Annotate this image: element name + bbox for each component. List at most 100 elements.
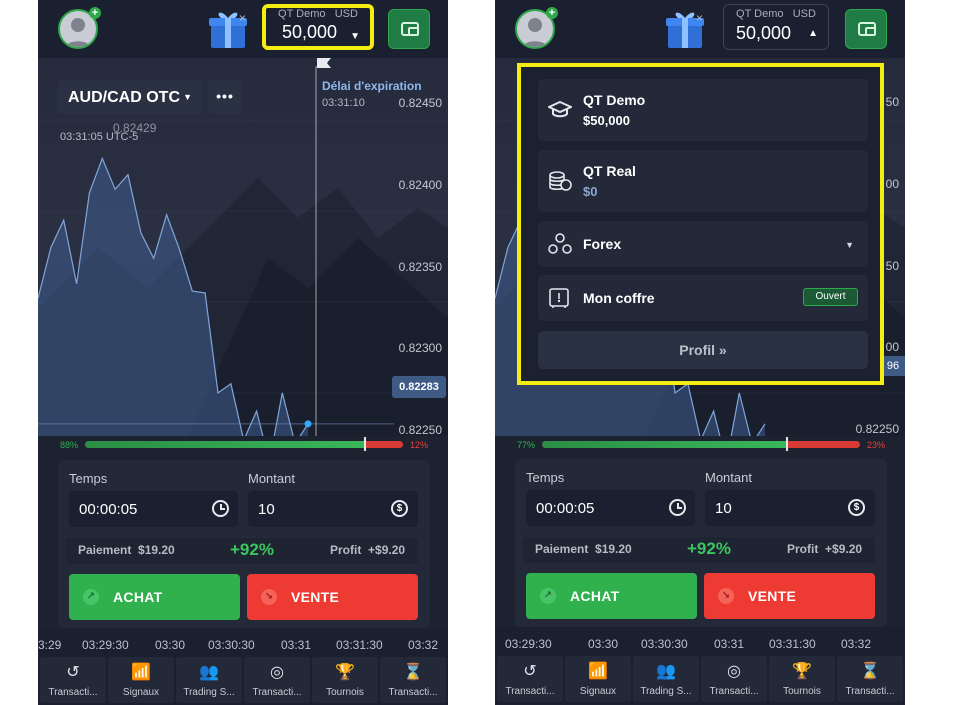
- nav-tournaments[interactable]: 🏆 Tournois: [769, 656, 835, 702]
- price-tick: 0.82250: [855, 422, 899, 436]
- balance-selector[interactable]: QT Demo USD 50,000 ▼: [262, 4, 374, 50]
- asset-selector[interactable]: AUD/CAD OTC ▼: [58, 80, 202, 114]
- balance-selector[interactable]: QT Demo USD 50,000 ▲: [723, 4, 829, 50]
- price-area: [38, 158, 308, 436]
- price-tick: 0.82300: [398, 341, 442, 355]
- price-tick: 0.82350: [398, 260, 442, 274]
- wallet-button[interactable]: [845, 9, 887, 49]
- nav-label: Trading S...: [640, 686, 692, 697]
- current-price-tag: 0.82283: [392, 376, 446, 398]
- profile-button[interactable]: Profil »: [538, 331, 868, 369]
- add-avatar-icon[interactable]: +: [89, 7, 101, 19]
- left-screen: + × QT Demo USD 50,000 ▼ AUD/CAD OTC ▼ ••…: [38, 0, 448, 705]
- caret-up-icon: ▲: [808, 28, 818, 39]
- nav-pending[interactable]: ⌛ Transacti...: [380, 657, 446, 703]
- buy-button[interactable]: ↗ ACHAT: [69, 574, 240, 620]
- dollar-icon[interactable]: $: [391, 500, 408, 517]
- nav-signals[interactable]: 📶 Signaux: [108, 657, 174, 703]
- signal-icon: 📶: [131, 664, 151, 681]
- nav-pending[interactable]: ⌛ Transacti...: [837, 656, 903, 702]
- sentiment-marker: [785, 437, 788, 451]
- time-tick: 03:31: [714, 637, 745, 651]
- amount-value: 10: [258, 501, 275, 518]
- price-chart[interactable]: [38, 58, 448, 436]
- nav-label: Transacti...: [252, 687, 302, 698]
- trophy-icon: 🏆: [335, 664, 355, 681]
- account-forex-title: Forex: [583, 236, 622, 252]
- sell-button[interactable]: ↘ VENTE: [704, 573, 875, 619]
- time-input[interactable]: 00:00:05: [69, 491, 238, 527]
- nav-label: Transacti...: [845, 686, 895, 697]
- account-item-real[interactable]: QT Real $0: [538, 150, 868, 212]
- account-demo-balance: $50,000: [583, 113, 630, 128]
- nav-transactions[interactable]: ↺ Transacti...: [497, 656, 563, 702]
- wallet-button[interactable]: [388, 9, 430, 49]
- sentiment-up-fill: [542, 441, 787, 448]
- sell-button[interactable]: ↘ VENTE: [247, 574, 418, 620]
- sentiment-up-fill: [85, 441, 365, 448]
- time-tick: 03:30: [155, 638, 186, 652]
- amount-input[interactable]: 10 $: [705, 490, 875, 526]
- right-screen: + × QT Demo USD 50,000 ▲ 50 00 50 00 0.8…: [495, 0, 905, 705]
- expiry-flag-icon: [317, 58, 331, 68]
- time-tick: 03:32: [841, 637, 872, 651]
- signal-icon: 📶: [588, 663, 608, 680]
- nav-target[interactable]: ◎ Transacti...: [244, 657, 310, 703]
- buy-button[interactable]: ↗ ACHAT: [526, 573, 697, 619]
- account-real-title: QT Real: [583, 163, 636, 179]
- price-tick: 50: [885, 95, 899, 109]
- vault-item[interactable]: Mon coffre Ouvert: [538, 275, 868, 321]
- time-value: 00:00:05: [79, 501, 138, 518]
- price-tick: 0.82250: [398, 423, 442, 437]
- nav-social-trading[interactable]: 👥 Trading S...: [176, 657, 242, 703]
- nav-transactions[interactable]: ↺ Transacti...: [40, 657, 106, 703]
- time-tick: 03:31:30: [769, 637, 816, 651]
- arrow-down-right-icon: ↘: [718, 588, 734, 604]
- caret-down-icon: ▼: [845, 240, 854, 250]
- balance-amount: 50,000: [282, 22, 338, 42]
- account-real-balance: $0: [583, 184, 598, 199]
- nav-signals[interactable]: 📶 Signaux: [565, 656, 631, 702]
- time-tick: 03:29:30: [82, 638, 129, 652]
- clock-icon[interactable]: [212, 500, 229, 517]
- nav-label: Tournois: [326, 687, 364, 698]
- time-label: Temps: [526, 470, 565, 485]
- profit-text: Profit +$9.20: [330, 543, 406, 557]
- trophy-icon: 🏆: [792, 663, 812, 680]
- nav-social-trading[interactable]: 👥 Trading S...: [633, 656, 699, 702]
- close-gift-icon[interactable]: ×: [696, 11, 703, 25]
- add-avatar-icon[interactable]: +: [546, 7, 558, 19]
- balance-amount: 50,000: [736, 23, 792, 43]
- sentiment-up-label: 88%: [60, 440, 79, 450]
- time-value: 00:00:05: [536, 500, 595, 517]
- account-demo-title: QT Demo: [583, 92, 646, 108]
- amount-input[interactable]: 10 $: [248, 491, 418, 527]
- account-type-label: QT Demo USD: [278, 8, 358, 20]
- nav-target[interactable]: ◎ Transacti...: [701, 656, 767, 702]
- nav-label: Transacti...: [709, 686, 759, 697]
- dollar-icon[interactable]: $: [848, 499, 865, 516]
- price-tick: 00: [885, 340, 899, 354]
- sentiment-bar: [85, 441, 403, 448]
- close-gift-icon[interactable]: ×: [239, 11, 246, 25]
- price-tick: 00: [885, 177, 899, 191]
- price-tick: 0.82400: [398, 178, 442, 192]
- amount-label: Montant: [705, 470, 752, 485]
- account-item-demo[interactable]: QT Demo $50,000: [538, 79, 868, 141]
- target-icon: ◎: [270, 664, 284, 681]
- time-tick: 03:30:30: [208, 638, 255, 652]
- nav-tournaments[interactable]: 🏆 Tournois: [312, 657, 378, 703]
- time-input[interactable]: 00:00:05: [526, 490, 695, 526]
- account-item-forex[interactable]: Forex ▼: [538, 221, 868, 267]
- nav-label: Trading S...: [183, 687, 235, 698]
- nav-label: Tournois: [783, 686, 821, 697]
- hourglass-icon: ⌛: [403, 664, 423, 681]
- more-options-button[interactable]: •••: [208, 80, 242, 114]
- time-tick: 03:31:30: [336, 638, 383, 652]
- nav-label: Signaux: [122, 687, 160, 698]
- arrow-up-right-icon: ↗: [540, 588, 556, 604]
- clock-icon[interactable]: [669, 499, 686, 516]
- amount-label: Montant: [248, 471, 295, 486]
- safe-icon: [549, 288, 569, 308]
- nav-label: Transacti...: [48, 687, 98, 698]
